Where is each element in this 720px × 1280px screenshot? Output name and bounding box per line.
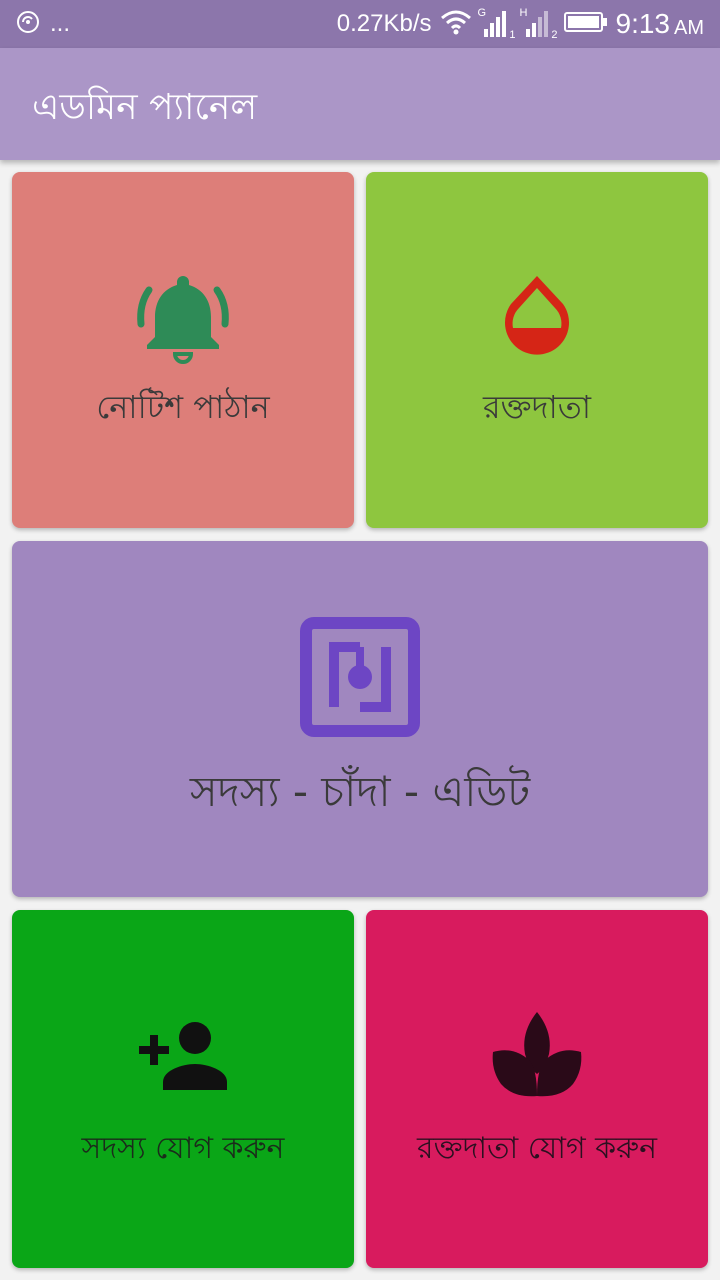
lotus-icon [489, 1008, 585, 1108]
status-bar: ... 0.27Kb/s G 1 H 2 9:13 AM [0, 0, 720, 48]
blood-donor-label: রক্তদাতা [482, 388, 592, 426]
sim2-network-type: H [519, 7, 528, 19]
notification-overflow: ... [50, 10, 71, 37]
network-speed: 0.27Kb/s [336, 10, 432, 37]
app-bar: এডমিন প্যানেল [0, 48, 720, 160]
clock-time: 9:13 [615, 8, 671, 39]
bell-ringing-icon [135, 268, 231, 368]
blood-donor-card[interactable]: রক্তদাতা [366, 172, 708, 528]
member-fee-edit-label: সদস্য - চাঁদা - এডিট [189, 767, 531, 816]
page-title: এডমিন প্যানেল [32, 87, 258, 128]
sync-icon [16, 10, 40, 38]
send-notice-label: নোটিশ পাঠান [96, 388, 270, 426]
add-donor-label: রক্তদাতা যোগ করুন [416, 1131, 658, 1166]
add-donor-card[interactable]: রক্তদাতা যোগ করুন [366, 910, 708, 1268]
status-bar-right: 0.27Kb/s G 1 H 2 9:13 AM [337, 6, 704, 42]
signal-icon-sim1: G 1 [477, 7, 516, 41]
sim2-index: 2 [551, 29, 558, 41]
member-fee-edit-card[interactable]: সদস্য - চাঁদা - এডিট [12, 541, 708, 897]
sim1-network-type: G [477, 7, 487, 19]
clock-ampm: AM [674, 16, 704, 39]
add-member-card[interactable]: সদস্য যোগ করুন [12, 910, 354, 1268]
status-bar-left: ... [16, 10, 70, 38]
signal-icon-sim2: H 2 [519, 7, 558, 41]
add-member-label: সদস্য যোগ করুন [81, 1131, 285, 1166]
wifi-icon [440, 9, 472, 39]
nfc-icon [300, 617, 420, 741]
send-notice-card[interactable]: নোটিশ পাঠান [12, 172, 354, 528]
sim1-index: 1 [509, 29, 516, 41]
blood-drop-icon [499, 272, 575, 368]
person-add-icon [135, 1020, 231, 1096]
battery-icon [563, 10, 608, 38]
